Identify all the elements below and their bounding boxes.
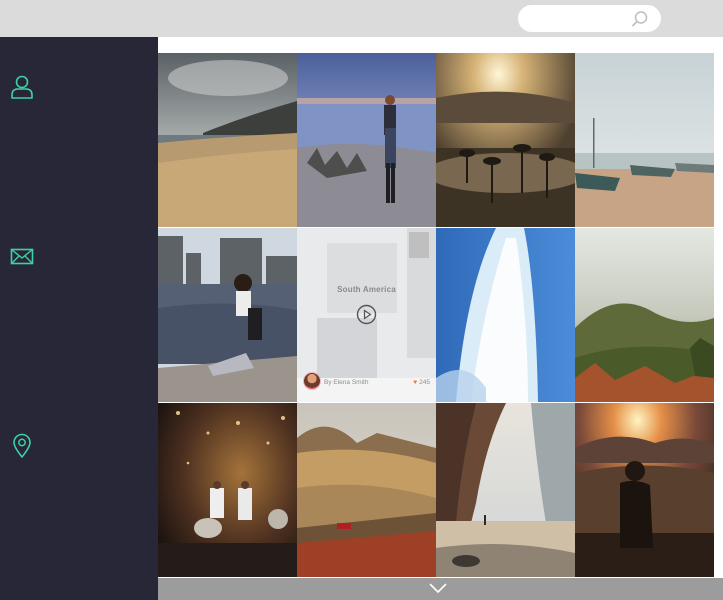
play-icon[interactable]: [356, 304, 377, 325]
photo-tile-beach[interactable]: [158, 53, 297, 227]
chevron-down-icon[interactable]: [429, 583, 447, 594]
photo-tile-sunset-silhouette[interactable]: [575, 403, 714, 577]
mail-icon[interactable]: [9, 244, 35, 270]
photo-tile-seawall[interactable]: [158, 228, 297, 402]
like-count[interactable]: ♥ 245: [413, 379, 430, 386]
top-bar: [0, 0, 723, 37]
search-input[interactable]: [530, 9, 630, 30]
author-byline[interactable]: By Elena Smith: [324, 379, 368, 386]
avatar[interactable]: [303, 372, 321, 390]
location-pin-icon[interactable]: [9, 433, 35, 459]
photo-tile-palms[interactable]: [436, 53, 575, 227]
user-icon[interactable]: [9, 74, 35, 100]
photo-tile-lake[interactable]: [297, 53, 436, 227]
bottom-bar: [158, 578, 723, 600]
search-box[interactable]: [518, 5, 661, 32]
photo-tile-cliff-beach[interactable]: [436, 403, 575, 577]
photo-tile-desert-valley[interactable]: [297, 403, 436, 577]
search-icon[interactable]: [631, 10, 649, 28]
heart-icon: ♥: [413, 379, 418, 386]
featured-title: South America: [337, 285, 396, 294]
photo-tile-night-lights[interactable]: [158, 403, 297, 577]
photo-tile-boats[interactable]: [575, 53, 714, 227]
featured-photo-card[interactable]: South America By Elena Smith ♥ 245: [297, 228, 436, 402]
photo-grid: South America By Elena Smith ♥ 245: [158, 53, 716, 578]
photo-tile-geyser[interactable]: [436, 228, 575, 402]
sidebar: [0, 37, 158, 600]
photo-tile-misty-hills[interactable]: [575, 228, 714, 402]
